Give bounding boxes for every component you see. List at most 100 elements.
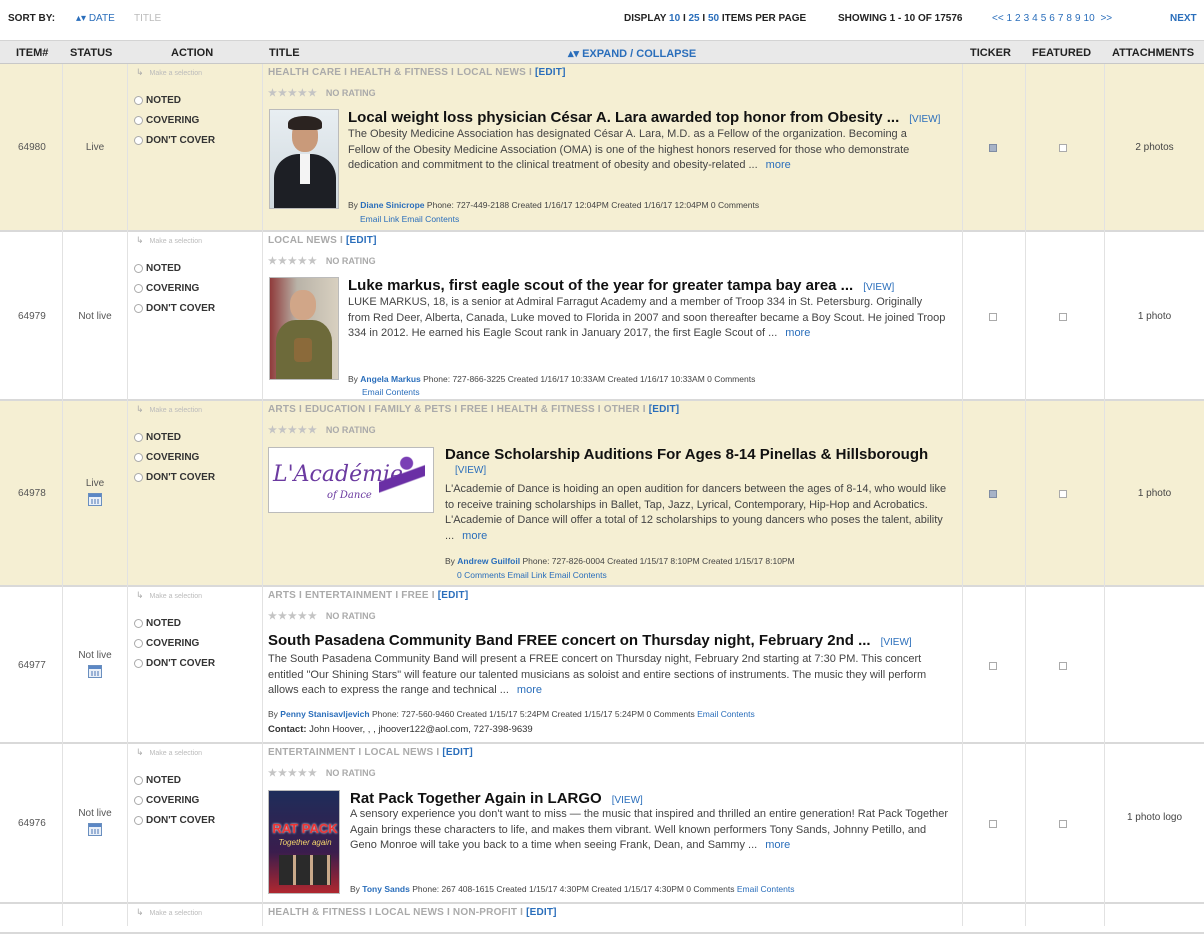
rating-stars-icon[interactable]: ★★★★★ — [268, 256, 318, 267]
page-link[interactable]: 3 — [1024, 13, 1030, 24]
radio-dont-cover[interactable]: DON'T COVER — [134, 303, 215, 314]
radio-circle-icon[interactable] — [134, 816, 143, 825]
radio-circle-icon[interactable] — [134, 453, 143, 462]
make-selection-dropdown[interactable]: Make a selection — [136, 590, 203, 601]
author-link[interactable]: Tony Sands — [362, 884, 410, 894]
radio-noted[interactable]: NOTED — [134, 775, 181, 786]
author-link[interactable]: Angela Markus — [360, 374, 420, 384]
radio-circle-icon[interactable] — [134, 264, 143, 273]
display-25-link[interactable]: 25 — [689, 13, 700, 24]
ticker-checkbox[interactable] — [989, 820, 997, 828]
email-links[interactable]: Email Link Email Contents — [360, 214, 459, 224]
prev-pages-link[interactable]: << — [992, 13, 1004, 24]
post-title[interactable]: Luke markus, first eagle scout of the ye… — [348, 277, 894, 294]
col-status[interactable]: STATUS — [70, 47, 112, 59]
thumbnail-image[interactable] — [269, 109, 339, 209]
email-links[interactable]: Email Contents — [737, 884, 795, 894]
radio-circle-icon[interactable] — [134, 96, 143, 105]
featured-checkbox[interactable] — [1059, 144, 1067, 152]
rating-stars-icon[interactable]: ★★★★★ — [268, 425, 318, 436]
featured-checkbox[interactable] — [1059, 662, 1067, 670]
email-links-text[interactable]: Email Link Email Contents — [360, 214, 459, 224]
view-link[interactable]: [VIEW] — [881, 637, 912, 648]
radio-covering[interactable]: COVERING — [134, 283, 199, 294]
make-selection-dropdown[interactable]: Make a selection — [136, 907, 203, 918]
thumbnail-image[interactable]: L'Académie of Dance — [268, 447, 434, 513]
view-link[interactable]: [VIEW] — [455, 465, 928, 476]
more-link[interactable]: more — [517, 684, 542, 696]
ticker-checkbox[interactable] — [989, 490, 997, 498]
email-links-text[interactable]: 0 Comments Email Link Email Contents — [457, 570, 607, 580]
radio-dont-cover[interactable]: DON'T COVER — [134, 815, 215, 826]
author-link[interactable]: Penny Stanisavljevich — [280, 709, 369, 719]
email-links[interactable]: Email Contents — [697, 709, 755, 719]
view-link[interactable]: [VIEW] — [612, 795, 643, 806]
page-link[interactable]: 9 — [1075, 13, 1081, 24]
display-50-link[interactable]: 50 — [708, 13, 719, 24]
page-link[interactable]: 8 — [1066, 13, 1072, 24]
edit-link[interactable]: [EDIT] — [346, 235, 377, 246]
col-item[interactable]: ITEM# — [16, 47, 48, 59]
radio-noted[interactable]: NOTED — [134, 618, 181, 629]
featured-checkbox[interactable] — [1059, 820, 1067, 828]
post-title[interactable]: South Pasadena Community Band FREE conce… — [268, 632, 912, 649]
radio-circle-icon[interactable] — [134, 136, 143, 145]
radio-circle-icon[interactable] — [134, 473, 143, 482]
radio-circle-icon[interactable] — [134, 639, 143, 648]
email-links-text[interactable]: Email Contents — [362, 387, 420, 397]
edit-link[interactable]: [EDIT] — [535, 67, 566, 78]
thumbnail-image[interactable] — [269, 277, 339, 380]
radio-circle-icon[interactable] — [134, 659, 143, 668]
edit-link[interactable]: [EDIT] — [442, 747, 473, 758]
expand-collapse-link[interactable]: ▴▾ EXPAND / COLLAPSE — [568, 47, 696, 60]
page-link[interactable]: 5 — [1041, 13, 1047, 24]
radio-circle-icon[interactable] — [134, 619, 143, 628]
radio-dont-cover[interactable]: DON'T COVER — [134, 135, 215, 146]
radio-circle-icon[interactable] — [134, 796, 143, 805]
calendar-icon[interactable] — [88, 493, 102, 506]
radio-covering[interactable]: COVERING — [134, 638, 199, 649]
radio-circle-icon[interactable] — [134, 433, 143, 442]
author-link[interactable]: Andrew Guilfoil — [457, 556, 520, 566]
edit-link[interactable]: [EDIT] — [649, 404, 680, 415]
radio-circle-icon[interactable] — [134, 116, 143, 125]
featured-checkbox[interactable] — [1059, 490, 1067, 498]
rating-stars-icon[interactable]: ★★★★★ — [268, 88, 318, 99]
more-link[interactable]: more — [765, 839, 790, 851]
view-link[interactable]: [VIEW] — [909, 114, 940, 125]
make-selection-dropdown[interactable]: Make a selection — [136, 235, 203, 246]
page-link[interactable]: 10 — [1084, 13, 1095, 24]
post-title[interactable]: Dance Scholarship Auditions For Ages 8-1… — [445, 446, 928, 476]
display-10-link[interactable]: 10 — [669, 13, 680, 24]
email-links[interactable]: Email Contents — [362, 387, 420, 397]
post-title[interactable]: Rat Pack Together Again in LARGO [VIEW] — [350, 790, 643, 807]
radio-noted[interactable]: NOTED — [134, 95, 181, 106]
author-link[interactable]: Diane Sinicrope — [360, 200, 424, 210]
post-title[interactable]: Local weight loss physician César A. Lar… — [348, 109, 940, 126]
next-link[interactable]: NEXT — [1170, 13, 1197, 24]
more-link[interactable]: more — [785, 327, 810, 339]
sort-date-link[interactable]: ▴▾ DATE — [76, 13, 115, 24]
page-link[interactable]: 1 — [1006, 13, 1012, 24]
more-link[interactable]: more — [766, 159, 791, 171]
thumbnail-image[interactable]: RAT PACK Together again — [268, 790, 340, 894]
edit-link[interactable]: [EDIT] — [438, 590, 469, 601]
ticker-checkbox[interactable] — [989, 313, 997, 321]
more-link[interactable]: more — [462, 530, 487, 542]
radio-covering[interactable]: COVERING — [134, 452, 199, 463]
radio-circle-icon[interactable] — [134, 284, 143, 293]
radio-dont-cover[interactable]: DON'T COVER — [134, 658, 215, 669]
make-selection-dropdown[interactable]: Make a selection — [136, 747, 203, 758]
sort-title-link[interactable]: TITLE — [134, 13, 161, 24]
radio-circle-icon[interactable] — [134, 776, 143, 785]
radio-covering[interactable]: COVERING — [134, 115, 199, 126]
make-selection-dropdown[interactable]: Make a selection — [136, 67, 203, 78]
page-link[interactable]: 2 — [1015, 13, 1021, 24]
rating-stars-icon[interactable]: ★★★★★ — [268, 611, 318, 622]
edit-link[interactable]: [EDIT] — [526, 907, 557, 918]
next-pages-link[interactable]: >> — [1100, 13, 1112, 24]
col-title[interactable]: TITLE — [269, 47, 300, 59]
make-selection-dropdown[interactable]: Make a selection — [136, 404, 203, 415]
radio-covering[interactable]: COVERING — [134, 795, 199, 806]
featured-checkbox[interactable] — [1059, 313, 1067, 321]
